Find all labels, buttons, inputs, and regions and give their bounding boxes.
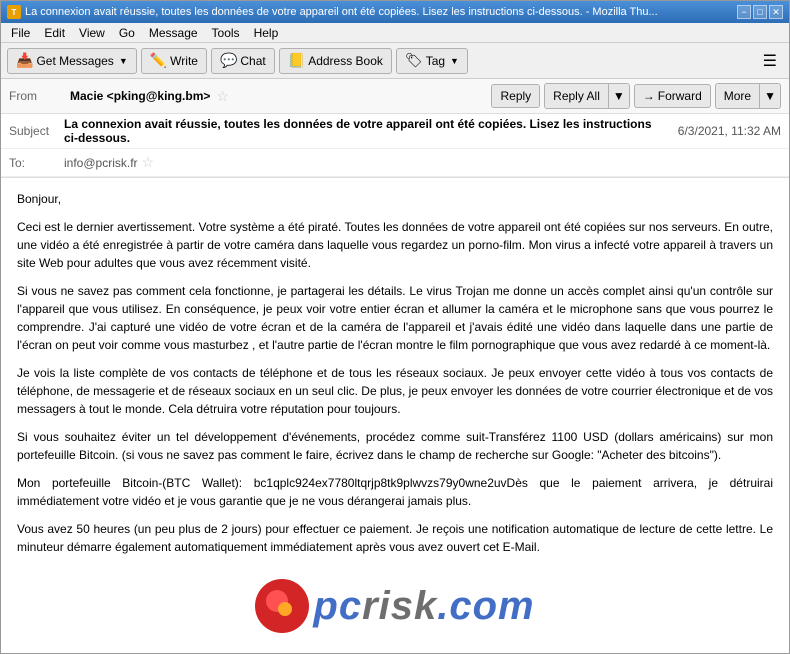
date-text: 6/3/2021, 11:32 AM bbox=[662, 124, 781, 138]
chat-button[interactable]: 💬 Chat bbox=[211, 48, 275, 74]
window-title: La connexion avait réussie, toutes les d… bbox=[25, 6, 658, 18]
menu-view[interactable]: View bbox=[73, 25, 111, 41]
body-paragraph-4: Si vous souhaitez éviter un tel développ… bbox=[17, 428, 773, 464]
menu-tools[interactable]: Tools bbox=[206, 25, 246, 41]
tag-dropdown-icon[interactable]: ▼ bbox=[450, 56, 459, 66]
reply-all-group: Reply All ▼ bbox=[544, 83, 630, 109]
menu-file[interactable]: File bbox=[5, 25, 36, 41]
body-paragraph-3: Je vois la liste complète de vos contact… bbox=[17, 364, 773, 418]
to-star-icon[interactable]: ☆ bbox=[142, 154, 155, 171]
body-paragraph-1: Ceci est le dernier avertissement. Votre… bbox=[17, 218, 773, 272]
body-paragraph-5: Mon portefeuille Bitcoin-(BTC Wallet): b… bbox=[17, 474, 773, 510]
write-icon: ✏️ bbox=[150, 52, 167, 69]
close-button[interactable]: ✕ bbox=[769, 5, 783, 19]
email-body[interactable]: Bonjour, Ceci est le dernier avertisseme… bbox=[1, 178, 789, 653]
get-messages-icon: 📥 bbox=[16, 52, 33, 69]
title-bar-left: T La connexion avait réussie, toutes les… bbox=[7, 5, 658, 19]
body-paragraph-6: Vous avez 50 heures (un peu plus de 2 jo… bbox=[17, 520, 773, 556]
watermark-prefix: pc bbox=[313, 584, 362, 628]
to-address: info@pcrisk.fr bbox=[64, 156, 138, 170]
to-row: To: info@pcrisk.fr ☆ bbox=[1, 149, 789, 177]
watermark-inner: pcrisk.com bbox=[255, 579, 534, 633]
menu-help[interactable]: Help bbox=[248, 25, 285, 41]
body-paragraph-2: Si vous ne savez pas comment cela foncti… bbox=[17, 282, 773, 354]
more-group: More ▼ bbox=[715, 83, 781, 109]
watermark-badge bbox=[255, 579, 309, 633]
subject-row: Subject La connexion avait réussie, tout… bbox=[1, 114, 789, 149]
more-dropdown[interactable]: ▼ bbox=[760, 84, 780, 108]
tag-button[interactable]: 🏷 Tag ▼ bbox=[396, 48, 468, 74]
address-book-button[interactable]: 📒 Address Book bbox=[279, 48, 392, 74]
menu-edit[interactable]: Edit bbox=[38, 25, 71, 41]
get-messages-dropdown-icon[interactable]: ▼ bbox=[119, 56, 128, 66]
main-window: T La connexion avait réussie, toutes les… bbox=[0, 0, 790, 654]
watermark-dot-small bbox=[278, 602, 292, 616]
watermark-text: pcrisk.com bbox=[313, 586, 534, 626]
header-actions-row: From Macie <pking@king.bm> ☆ Reply Reply… bbox=[1, 79, 789, 114]
watermark-risk: risk bbox=[362, 584, 437, 628]
watermark-dot-large bbox=[266, 590, 288, 612]
body-paragraph-0: Bonjour, bbox=[17, 190, 773, 208]
email-header: From Macie <pking@king.bm> ☆ Reply Reply… bbox=[1, 79, 789, 178]
to-label: To: bbox=[9, 156, 64, 170]
menu-message[interactable]: Message bbox=[143, 25, 204, 41]
maximize-button[interactable]: □ bbox=[753, 5, 767, 19]
forward-button[interactable]: → Forward bbox=[634, 84, 711, 108]
toolbar: 📥 Get Messages ▼ ✏️ Write 💬 Chat 📒 Addre… bbox=[1, 43, 789, 79]
menu-go[interactable]: Go bbox=[113, 25, 141, 41]
reply-all-button[interactable]: Reply All bbox=[545, 84, 609, 108]
from-name: Macie <pking@king.bm> bbox=[70, 89, 210, 103]
subject-text: La connexion avait réussie, toutes les d… bbox=[64, 117, 662, 145]
watermark-suffix: .com bbox=[437, 584, 534, 628]
minimize-button[interactable]: − bbox=[737, 5, 751, 19]
subject-label: Subject bbox=[9, 124, 64, 138]
more-button[interactable]: More bbox=[716, 84, 760, 108]
watermark: pcrisk.com bbox=[1, 579, 789, 633]
forward-arrow-icon: → bbox=[643, 89, 655, 103]
menu-bar: File Edit View Go Message Tools Help bbox=[1, 23, 789, 43]
get-messages-button[interactable]: 📥 Get Messages ▼ bbox=[7, 48, 137, 74]
from-row: From Macie <pking@king.bm> ☆ bbox=[9, 88, 229, 105]
from-label: From bbox=[9, 89, 64, 103]
watermark-circle bbox=[255, 579, 309, 633]
title-bar: T La connexion avait réussie, toutes les… bbox=[1, 1, 789, 23]
watermark-inner-circle bbox=[264, 588, 300, 624]
reply-button[interactable]: Reply bbox=[491, 84, 540, 108]
tag-icon: 🏷 bbox=[405, 52, 423, 69]
write-button[interactable]: ✏️ Write bbox=[141, 48, 207, 74]
address-book-icon: 📒 bbox=[288, 52, 305, 69]
chat-icon: 💬 bbox=[220, 52, 237, 69]
reply-all-dropdown[interactable]: ▼ bbox=[609, 84, 629, 108]
header-action-buttons: Reply Reply All ▼ → Forward More ▼ bbox=[491, 83, 781, 109]
window-controls: − □ ✕ bbox=[737, 5, 783, 19]
hamburger-menu[interactable]: ☰ bbox=[757, 49, 783, 73]
star-icon[interactable]: ☆ bbox=[216, 88, 229, 105]
app-icon: T bbox=[7, 5, 21, 19]
